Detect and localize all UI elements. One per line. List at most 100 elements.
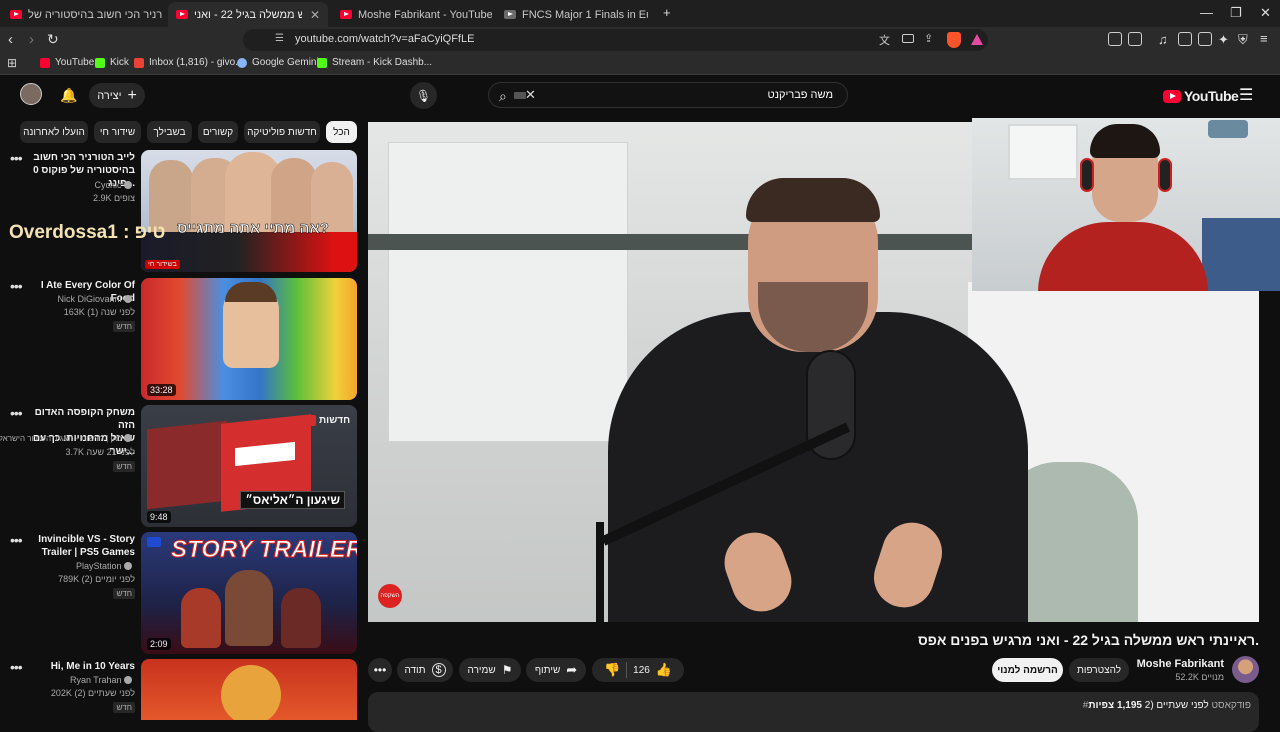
menu-icon[interactable]: ≡ bbox=[1260, 31, 1268, 46]
clear-search-icon[interactable]: ✕ bbox=[525, 87, 536, 103]
bookmark-kick-dashboard[interactable]: Stream - Kick Dashb... bbox=[317, 57, 432, 68]
channel-name-link[interactable]: Moshe Fabrikant bbox=[1137, 658, 1224, 670]
video-meta: 789K לפני יומיים (2) bbox=[58, 574, 135, 584]
chip-live[interactable]: שידור חי bbox=[94, 121, 141, 143]
chip-for-you[interactable]: בשבילך bbox=[147, 121, 192, 143]
chip-all[interactable]: הכל bbox=[326, 121, 357, 143]
apps-grid-icon[interactable]: ⊞ bbox=[7, 56, 17, 70]
title-line: Invincible VS - Story bbox=[38, 534, 135, 545]
rewards-icon[interactable] bbox=[971, 34, 983, 45]
bookmark-inbox[interactable]: Inbox (1,816) - givo... bbox=[134, 57, 244, 68]
headphones-icon bbox=[1158, 158, 1172, 192]
new-badge: חדש bbox=[113, 321, 135, 332]
browser-tab[interactable]: Moshe Fabrikant - YouTube bbox=[332, 2, 492, 27]
channel-label: Cycnic bbox=[94, 180, 122, 190]
wallet-icon[interactable] bbox=[1198, 32, 1212, 46]
more-actions-icon[interactable]: ••• bbox=[368, 658, 392, 682]
mic-stand bbox=[596, 522, 604, 622]
guide-menu-icon[interactable]: ☰ bbox=[1239, 85, 1253, 105]
gmail-icon bbox=[134, 57, 144, 68]
bookmark-youtube[interactable]: YouTube bbox=[40, 57, 94, 68]
youtube-logo[interactable]: YouTube bbox=[1163, 88, 1239, 104]
youtube-favicon-icon bbox=[10, 10, 22, 19]
like-count[interactable]: 126 bbox=[633, 665, 650, 676]
description-box[interactable]: #פודקאסט לפני שעתיים (2 1,195 צפיות bbox=[368, 692, 1259, 732]
channel-name[interactable]: כאן | חדשות - תאגיד השידור הישראלי bbox=[0, 434, 135, 443]
bookmark-kick[interactable]: Kick bbox=[95, 57, 129, 68]
chip-recently-uploaded[interactable]: הועלו לאחרונה bbox=[20, 121, 88, 143]
search-query[interactable]: משה פבריקנט bbox=[768, 89, 833, 101]
minimize-icon[interactable]: — bbox=[1200, 5, 1213, 20]
brave-shield-icon[interactable] bbox=[947, 32, 961, 48]
close-window-icon[interactable]: ✕ bbox=[1260, 5, 1271, 21]
media-icon[interactable]: ♫ bbox=[1158, 32, 1168, 47]
youtube-icon bbox=[40, 57, 50, 68]
reading-list-icon[interactable] bbox=[1128, 32, 1142, 46]
extensions-icon[interactable] bbox=[1108, 32, 1122, 46]
notifications-bell-icon[interactable]: 🔔 bbox=[58, 84, 80, 106]
forward-icon[interactable]: › bbox=[29, 31, 34, 48]
more-actions-icon[interactable]: ••• bbox=[10, 659, 23, 675]
chip-related[interactable]: קשורים bbox=[198, 121, 238, 143]
keyboard-icon[interactable] bbox=[514, 92, 526, 99]
cast-icon[interactable] bbox=[902, 34, 914, 43]
save-button[interactable]: שמירה ⚑ bbox=[459, 658, 521, 682]
bookmarks-bar: ⊞ YouTube Kick Inbox (1,816) - givo... G… bbox=[0, 53, 1280, 75]
channel-avatar[interactable] bbox=[1232, 656, 1259, 683]
video-thumbnail[interactable]: 33:28 bbox=[141, 278, 357, 400]
webcam-person-hair bbox=[1090, 124, 1160, 158]
bookmark-label: Kick bbox=[110, 57, 129, 68]
chip-politics-news[interactable]: חדשות פוליטיקה bbox=[244, 121, 320, 143]
more-actions-icon[interactable]: ••• bbox=[10, 405, 23, 421]
channel-name[interactable]: Cycnic bbox=[5, 180, 135, 190]
restore-icon[interactable]: ❐ bbox=[1230, 5, 1242, 21]
video-thumbnail[interactable]: STORY TRAILER 2:09 bbox=[141, 532, 357, 654]
thumb-caption: אה מתיי אתה מתגייס? bbox=[177, 220, 329, 238]
create-button[interactable]: יצירה + bbox=[89, 83, 145, 108]
video-title[interactable]: Invincible VS - Story Trailer | PS5 Games bbox=[23, 533, 135, 559]
save-label: שמירה bbox=[467, 664, 496, 676]
reload-icon[interactable]: ↻ bbox=[47, 31, 59, 48]
dislike-icon[interactable]: 👎 bbox=[604, 662, 620, 678]
back-icon[interactable]: ‹ bbox=[8, 31, 13, 48]
leo-ai-icon[interactable]: ✦ bbox=[1218, 32, 1229, 48]
site-info-icon[interactable]: ☰ bbox=[275, 33, 284, 44]
microphone-icon[interactable]: 🎙 bbox=[410, 82, 437, 109]
building-left bbox=[388, 142, 628, 442]
url-text[interactable]: youtube.com/watch?v=aFaCyiQFfLE bbox=[295, 33, 474, 45]
video-thumbnail[interactable]: חדשות שיגעון ה״אליאס״ 9:48 bbox=[141, 405, 357, 527]
browser-tab[interactable]: לייב הטורניר הכי חשוב בהיסטוריה של bbox=[2, 2, 162, 27]
like-icon[interactable]: 👍 bbox=[656, 662, 672, 678]
headphones-icon bbox=[1080, 158, 1094, 192]
thumb-hair bbox=[225, 282, 277, 302]
join-button[interactable]: להצטרפות bbox=[1069, 658, 1129, 682]
bookmark-label: Inbox (1,816) - givo... bbox=[149, 57, 244, 68]
video-thumbnail[interactable] bbox=[141, 659, 357, 720]
vpn-icon[interactable]: ⛨ bbox=[1238, 32, 1248, 48]
youtube-logo-icon bbox=[1163, 89, 1181, 103]
posted-time: לפני שעתיים (2 bbox=[1144, 700, 1209, 711]
browser-tab-active[interactable]: ראיינתי ראש ממשלה בגיל 22 - ואני ✕ bbox=[168, 2, 328, 27]
url-box[interactable]: ☰ youtube.com/watch?v=aFaCyiQFfLE 文 ⇪ bbox=[243, 29, 988, 51]
more-actions-icon[interactable]: ••• bbox=[10, 278, 23, 294]
thanks-button[interactable]: תודה $ bbox=[397, 658, 453, 682]
close-tab-icon[interactable]: ✕ bbox=[310, 8, 320, 22]
search-input[interactable]: ⌕ ✕ משה פבריקנט bbox=[488, 82, 848, 108]
more-actions-icon[interactable]: ••• bbox=[10, 150, 23, 166]
more-actions-icon[interactable]: ••• bbox=[10, 532, 23, 548]
channel-name[interactable]: Ryan Trahan bbox=[5, 675, 135, 685]
channel-name[interactable]: PlayStation bbox=[5, 561, 135, 571]
share-button[interactable]: שיתוף ➦ bbox=[526, 658, 586, 682]
channel-name[interactable]: Nick DiGiovanni bbox=[5, 294, 135, 304]
share-page-icon[interactable]: ⇪ bbox=[924, 32, 933, 45]
video-title[interactable]: Hi, Me in 10 Years bbox=[23, 660, 135, 673]
subscribe-button[interactable]: הרשמה למנוי bbox=[992, 658, 1063, 682]
new-tab-icon[interactable]: + bbox=[663, 5, 671, 20]
bookmark-gemini[interactable]: Google Gemini bbox=[237, 57, 319, 68]
sidebar-icon[interactable] bbox=[1178, 32, 1192, 46]
account-avatar-icon[interactable] bbox=[20, 83, 42, 105]
translate-icon[interactable]: 文 bbox=[879, 32, 890, 48]
search-icon[interactable]: ⌕ bbox=[499, 88, 507, 105]
video-thumbnail[interactable]: אה מתיי אתה מתגייס? בשידור חי bbox=[141, 150, 357, 272]
browser-tab[interactable]: FNCS Major 1 Finals in Europe: Day 1 bbox=[496, 2, 656, 27]
